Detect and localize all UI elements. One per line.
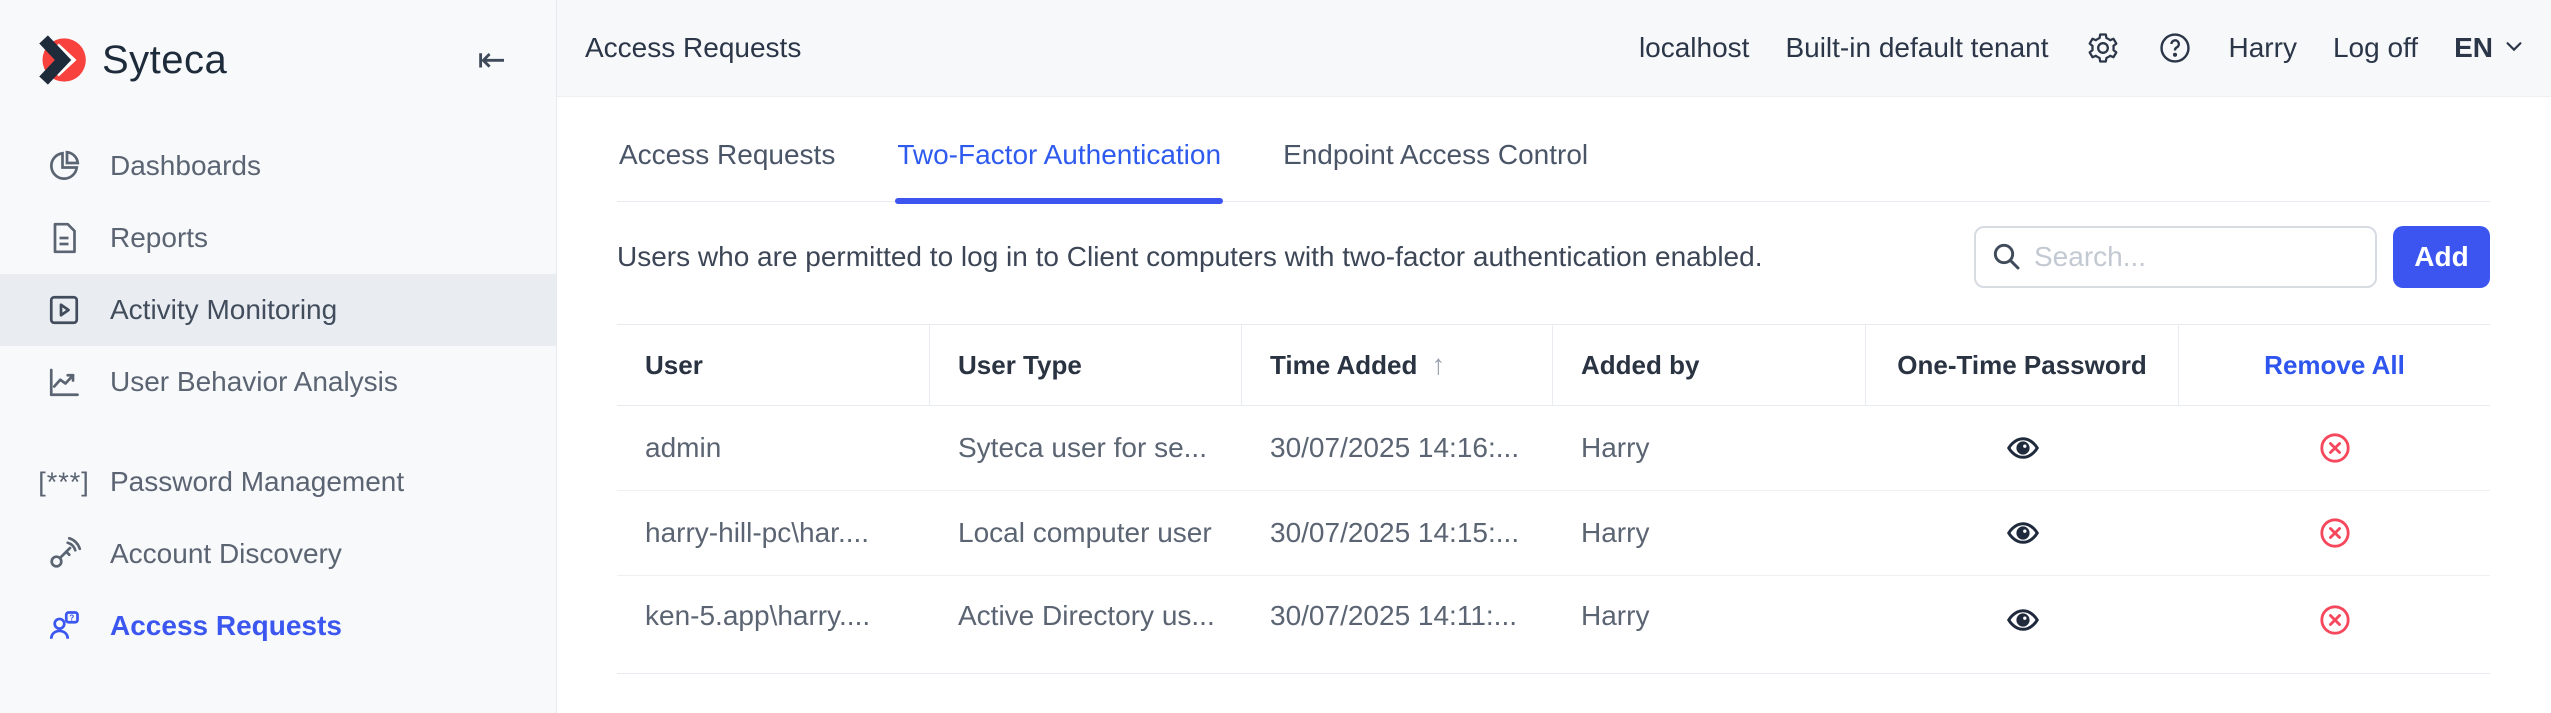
cell-user: harry-hill-pc\har.... <box>617 491 930 575</box>
gear-icon[interactable] <box>2085 30 2121 66</box>
syteca-logo-icon <box>36 34 88 86</box>
sidebar-group-gap <box>0 418 556 446</box>
column-header-one-time-password: One-Time Password <box>1866 325 2179 405</box>
sidebar-item-label: User Behavior Analysis <box>110 366 398 398</box>
cell-remove <box>2179 491 2490 575</box>
remove-all-button[interactable]: Remove All <box>2179 325 2490 405</box>
table-row: harry-hill-pc\har....Local computer user… <box>617 491 2490 576</box>
language-label: EN <box>2454 32 2493 64</box>
circle-x-icon[interactable] <box>2315 428 2355 468</box>
column-header-time-added[interactable]: Time Added ↑ <box>1242 325 1553 405</box>
cell-time-added: 30/07/2025 14:16:... <box>1242 406 1553 490</box>
cell-one-time-password <box>1866 406 2179 490</box>
pie-chart-icon <box>46 148 82 184</box>
cell-time-added: 30/07/2025 14:11:... <box>1242 576 1553 673</box>
sidebar-item-reports[interactable]: Reports <box>0 202 556 274</box>
eye-icon[interactable] <box>2003 428 2043 468</box>
chevron-down-icon <box>2503 32 2525 64</box>
help-circle-icon[interactable] <box>2157 30 2193 66</box>
column-label: User <box>645 350 703 381</box>
trend-chart-icon <box>46 364 82 400</box>
column-header-user-type: User Type <box>930 325 1242 405</box>
brand-name: Syteca <box>102 38 227 83</box>
cell-remove <box>2179 576 2490 673</box>
sidebar-item-label: Dashboards <box>110 150 261 182</box>
cell-added-by: Harry <box>1553 491 1866 575</box>
tab-bar: Access Requests Two-Factor Authentication… <box>617 97 2490 202</box>
cell-one-time-password <box>1866 576 2179 673</box>
add-button[interactable]: Add <box>2393 226 2490 288</box>
sidebar-item-password-management[interactable]: [***] Password Management <box>0 446 556 518</box>
logoff-button[interactable]: Log off <box>2333 32 2418 64</box>
table-row: ken-5.app\harry....Active Directory us..… <box>617 576 2490 674</box>
host-label: localhost <box>1639 32 1750 64</box>
tenant-selector[interactable]: Built-in default tenant <box>1785 32 2048 64</box>
panel-description: Users who are permitted to log in to Cli… <box>617 235 1762 280</box>
sidebar-item-account-discovery[interactable]: Account Discovery <box>0 518 556 590</box>
description-row: Users who are permitted to log in to Cli… <box>617 226 2490 288</box>
sidebar-item-label: Account Discovery <box>110 538 342 570</box>
table-header-row: User User Type Time Added ↑ Added by One-Time… <box>617 324 2490 406</box>
column-label: Time Added <box>1270 350 1417 381</box>
document-icon <box>46 220 82 256</box>
content: Access Requests Two-Factor Authentication… <box>557 97 2551 713</box>
collapse-left-icon[interactable]: ⇤ <box>478 43 507 77</box>
cell-time-added: 30/07/2025 14:15:... <box>1242 491 1553 575</box>
sidebar-nav: Dashboards Reports Activity Monitoring User… <box>0 130 556 662</box>
table-row: adminSyteca user for se...30/07/2025 14:… <box>617 406 2490 491</box>
tab-two-factor-authentication[interactable]: Two-Factor Authentication <box>895 97 1223 201</box>
app-window: Syteca ⇤ Dashboards Reports Activity Monit… <box>0 0 2551 713</box>
user-menu[interactable]: Harry <box>2229 32 2297 64</box>
sidebar-item-user-behavior-analysis[interactable]: User Behavior Analysis <box>0 346 556 418</box>
sidebar-item-label: Activity Monitoring <box>110 294 337 326</box>
play-square-icon <box>46 292 82 328</box>
topbar-right: localhost Built-in default tenant Harry <box>1639 30 2525 66</box>
cell-user-type: Syteca user for se... <box>930 406 1242 490</box>
cell-one-time-password <box>1866 491 2179 575</box>
arrow-up-icon: ↑ <box>1431 349 1445 381</box>
topbar: Access Requests localhost Built-in defau… <box>557 0 2551 97</box>
column-label: One-Time Password <box>1897 350 2147 381</box>
column-header-added-by: Added by <box>1553 325 1866 405</box>
tab-endpoint-access-control[interactable]: Endpoint Access Control <box>1281 97 1590 201</box>
search-box <box>1974 226 2377 288</box>
column-label: Remove All <box>2264 350 2405 381</box>
search-input[interactable] <box>1974 226 2377 288</box>
user-question-icon: ? <box>46 608 82 644</box>
cell-user: ken-5.app\harry.... <box>617 576 930 673</box>
page-title: Access Requests <box>585 32 801 64</box>
circle-x-icon[interactable] <box>2315 600 2355 640</box>
actions: Add <box>1974 226 2490 288</box>
key-signal-icon <box>46 536 82 572</box>
column-header-user: User <box>617 325 930 405</box>
cell-remove <box>2179 406 2490 490</box>
main-area: Access Requests localhost Built-in defau… <box>557 0 2551 713</box>
sidebar-item-label: Access Requests <box>110 610 342 642</box>
sidebar-item-access-requests[interactable]: ? Access Requests <box>0 590 556 662</box>
cell-user: admin <box>617 406 930 490</box>
language-selector[interactable]: EN <box>2454 32 2525 64</box>
eye-icon[interactable] <box>2003 513 2043 553</box>
table-body: adminSyteca user for se...30/07/2025 14:… <box>617 406 2490 674</box>
column-label: Added by <box>1581 350 1699 381</box>
cell-added-by: Harry <box>1553 576 1866 673</box>
cell-user-type: Active Directory us... <box>930 576 1242 673</box>
sidebar-item-label: Reports <box>110 222 208 254</box>
password-brackets-icon: [***] <box>46 464 82 500</box>
two-factor-users-table: User User Type Time Added ↑ Added by One-Time… <box>617 324 2490 674</box>
sidebar-item-activity-monitoring[interactable]: Activity Monitoring <box>0 274 556 346</box>
sidebar-item-label: Password Management <box>110 466 404 498</box>
column-label: User Type <box>958 350 1082 381</box>
circle-x-icon[interactable] <box>2315 513 2355 553</box>
cell-user-type: Local computer user <box>930 491 1242 575</box>
sidebar-item-dashboards[interactable]: Dashboards <box>0 130 556 202</box>
svg-text:?: ? <box>69 613 74 622</box>
tab-access-requests[interactable]: Access Requests <box>617 97 837 201</box>
eye-icon[interactable] <box>2003 600 2043 640</box>
search-icon <box>1990 240 2022 272</box>
sidebar: Syteca ⇤ Dashboards Reports Activity Monit… <box>0 0 557 713</box>
logo-row: Syteca ⇤ <box>0 0 556 96</box>
cell-added-by: Harry <box>1553 406 1866 490</box>
